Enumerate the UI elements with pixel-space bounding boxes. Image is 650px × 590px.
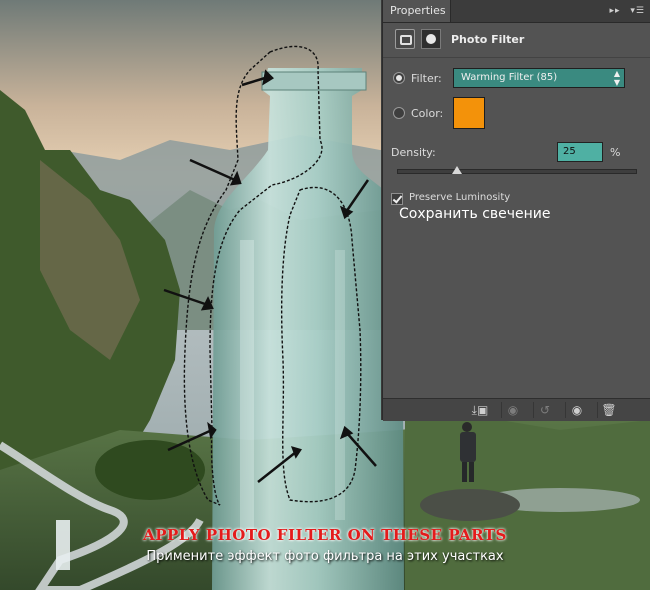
preserve-luminosity-checkbox[interactable] (391, 193, 403, 205)
panel-header: Photo Filter (383, 23, 650, 58)
clip-to-layer-icon[interactable]: ⤓▣ (469, 402, 491, 418)
tab-properties[interactable]: Properties (383, 0, 451, 22)
bottle-highlight (240, 240, 254, 540)
rock-right (420, 489, 520, 521)
panel-menu-icon[interactable]: ▾☰ (630, 0, 645, 22)
view-previous-icon[interactable]: ◉ (501, 402, 524, 418)
caption-english: APPLY PHOTO FILTER ON THESE PARTS (143, 526, 507, 544)
filter-select[interactable]: Warming Filter (85) ▲ ▼ (453, 68, 625, 88)
properties-panel: Properties ▸▸ ▾☰ Photo Filter Filter: Wa… (382, 0, 650, 421)
panel-tab-bar: Properties ▸▸ ▾☰ (383, 0, 650, 23)
preserve-luminosity-translation: Сохранить свечение (399, 206, 551, 222)
panel-bottom-bar: ⤓▣ ◉ ↺ ◉ 🗑 (383, 398, 650, 421)
color-radio[interactable] (393, 107, 405, 119)
density-slider-thumb[interactable] (451, 166, 462, 174)
color-swatch[interactable] (453, 97, 485, 129)
reset-icon[interactable]: ↺ (533, 402, 556, 418)
color-label: Color: (411, 107, 444, 120)
tree-bush (95, 440, 205, 500)
density-label: Density: (391, 146, 436, 159)
density-input[interactable]: 25 (557, 142, 603, 162)
density-slider-track[interactable] (397, 169, 637, 174)
preserve-luminosity-label: Preserve Luminosity (409, 192, 511, 203)
panel-title: Photo Filter (451, 33, 525, 46)
select-arrows-icon: ▲ ▼ (613, 69, 620, 87)
trash-icon[interactable]: 🗑 (597, 402, 620, 418)
caption-russian: Примените эффект фото фильтра на этих уч… (146, 549, 504, 564)
filter-select-value: Warming Filter (85) (461, 72, 558, 83)
bottle-highlight-2 (335, 250, 345, 520)
filter-label: Filter: (411, 72, 442, 85)
bottle-lip (261, 71, 367, 91)
density-unit: % (610, 146, 621, 159)
layer-mask-icon[interactable] (421, 29, 441, 49)
visibility-eye-icon[interactable]: ◉ (565, 402, 588, 418)
collapse-panel-icon[interactable]: ▸▸ (609, 0, 620, 22)
filter-radio[interactable] (393, 72, 405, 84)
adjustment-layer-icon[interactable] (395, 29, 415, 49)
